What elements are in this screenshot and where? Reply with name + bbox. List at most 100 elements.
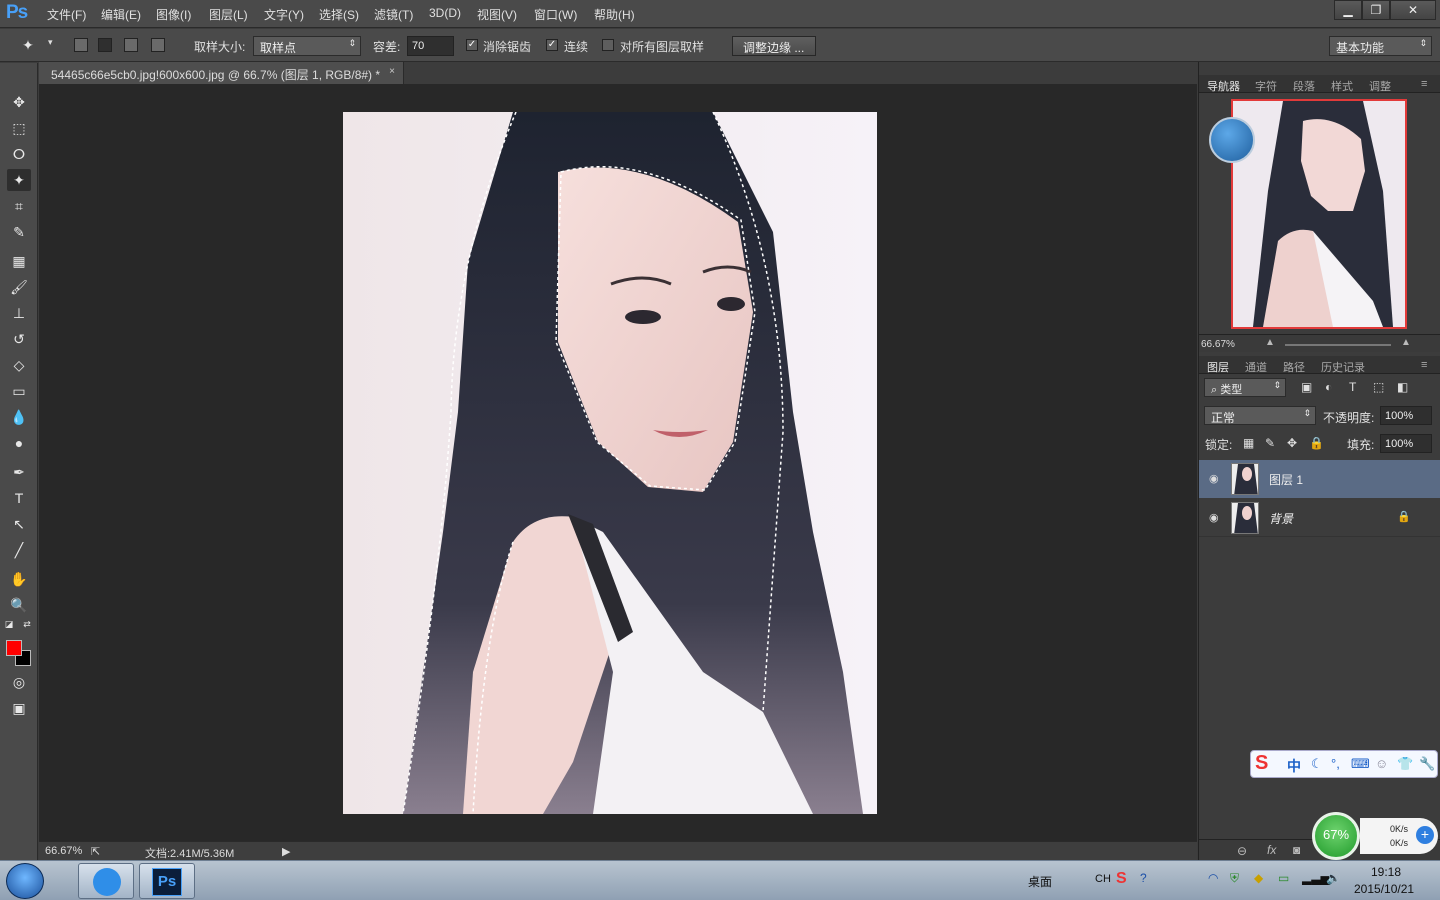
blur-tool-icon[interactable]: 💧 — [7, 406, 31, 428]
zoom-in-icon[interactable]: ▲ — [1401, 337, 1411, 348]
tab-paths[interactable]: 路径 — [1283, 359, 1305, 375]
all-layers-checkbox[interactable] — [602, 39, 614, 51]
close-button[interactable]: ✕ — [1390, 0, 1436, 20]
menu-edit[interactable]: 编辑(E) — [101, 6, 141, 23]
visibility-eye-icon[interactable]: ◉ — [1209, 511, 1219, 524]
navigator-preview[interactable] — [1231, 99, 1407, 329]
sample-size-select[interactable]: 取样点 ⇕ — [253, 36, 361, 56]
lock-position-icon[interactable]: ✥ — [1287, 436, 1297, 450]
menu-view[interactable]: 视图(V) — [477, 6, 517, 23]
opacity-input[interactable]: 100% — [1380, 406, 1432, 425]
canvas-image[interactable] — [343, 112, 877, 814]
tolerance-input[interactable]: 70 — [407, 36, 454, 56]
foreground-color-swatch[interactable] — [6, 640, 22, 656]
taskbar-photoshop-button[interactable]: Ps — [139, 863, 195, 899]
lasso-tool-icon[interactable]: ⵔ — [7, 143, 31, 165]
fx-icon[interactable]: fx — [1267, 843, 1276, 857]
default-colors-icon[interactable]: ◪ — [2, 617, 16, 631]
start-button[interactable] — [6, 863, 44, 899]
menu-select[interactable]: 选择(S) — [319, 6, 359, 23]
layer-row[interactable]: ◉ 背景 🔒 — [1199, 499, 1440, 537]
user-icon[interactable]: ☺ — [1375, 756, 1388, 771]
menu-file[interactable]: 文件(F) — [47, 6, 86, 23]
wifi-icon[interactable] — [1209, 117, 1255, 163]
marquee-tool-icon[interactable]: ⬚ — [7, 117, 31, 139]
wrench-icon[interactable]: 🔧 — [1419, 756, 1435, 772]
filter-shape-icon[interactable]: ⬚ — [1373, 380, 1384, 394]
ime-toolbar[interactable]: S 中 ☾ °, ⌨ ☺ 👕 🔧 — [1250, 750, 1438, 778]
preset-dropdown-icon[interactable]: ▾ — [48, 37, 53, 48]
swap-colors-icon[interactable]: ⇄ — [20, 617, 34, 631]
magic-wand-tool-icon[interactable]: ✦ — [7, 169, 31, 191]
filter-pixel-icon[interactable]: ▣ — [1301, 380, 1312, 394]
minimize-button[interactable]: ▁ — [1334, 0, 1362, 20]
tab-character[interactable]: 字符 — [1255, 78, 1277, 94]
mask-icon[interactable]: ◙ — [1293, 843, 1300, 857]
fill-input[interactable]: 100% — [1380, 434, 1432, 453]
move-tool-icon[interactable]: ✥ — [7, 91, 31, 113]
lock-all-icon[interactable]: 🔒 — [1309, 436, 1324, 450]
hand-tool-icon[interactable]: ✋ — [7, 568, 31, 590]
taskbar-browser-button[interactable] — [78, 863, 134, 899]
keyboard-icon[interactable]: ⌨ — [1351, 756, 1370, 772]
panel-menu-icon[interactable]: ≡ — [1421, 78, 1427, 90]
add-selection-icon[interactable] — [98, 38, 112, 52]
layer-name[interactable]: 图层 1 — [1269, 471, 1303, 488]
export-icon[interactable]: ⇱ — [91, 845, 100, 858]
zoom-out-icon[interactable]: ▲ — [1265, 337, 1275, 348]
language-indicator[interactable]: CH — [1095, 873, 1111, 885]
history-brush-tool-icon[interactable]: ↺ — [7, 328, 31, 350]
memory-gauge[interactable]: 67% — [1312, 812, 1360, 860]
tab-layers[interactable]: 图层 — [1207, 359, 1229, 375]
help-icon[interactable]: ? — [1140, 871, 1147, 885]
pen-tool-icon[interactable]: ✒ — [7, 461, 31, 483]
blend-mode-select[interactable]: 正常 ⇕ — [1204, 406, 1316, 425]
menu-filter[interactable]: 滤镜(T) — [374, 6, 413, 23]
navigator-zoom-value[interactable]: 66.67% — [1201, 339, 1235, 350]
close-tab-icon[interactable]: × — [389, 66, 395, 77]
contiguous-checkbox[interactable]: ✓ — [546, 39, 558, 51]
restore-button[interactable]: ❐ — [1362, 0, 1390, 20]
layer-name[interactable]: 背景 — [1269, 510, 1293, 527]
battery-tray-icon[interactable]: ▭ — [1278, 871, 1289, 885]
eraser-tool-icon[interactable]: ◇ — [7, 354, 31, 376]
desktop-toolbar-label[interactable]: 桌面 — [1028, 873, 1052, 890]
clock-time[interactable]: 19:18 — [1371, 865, 1401, 879]
menu-3d[interactable]: 3D(D) — [429, 6, 461, 20]
brush-tool-icon[interactable]: 🖌 — [7, 276, 31, 298]
tab-paragraph[interactable]: 段落 — [1293, 78, 1315, 94]
antialias-checkbox[interactable]: ✓ — [466, 39, 478, 51]
volume-tray-icon[interactable]: 🔊 — [1326, 871, 1341, 885]
ime-chinese-mode[interactable]: 中 — [1287, 756, 1301, 776]
tab-navigator[interactable]: 导航器 — [1207, 78, 1240, 94]
menu-type[interactable]: 文字(Y) — [264, 6, 304, 23]
menu-help[interactable]: 帮助(H) — [594, 6, 635, 23]
status-menu-arrow-icon[interactable]: ▶ — [282, 845, 290, 858]
refine-edge-button[interactable]: 调整边缘 ... — [732, 36, 816, 56]
network-speed-widget[interactable]: 0K/s 0K/s + — [1360, 818, 1438, 854]
intersect-selection-icon[interactable] — [151, 38, 165, 52]
panel-menu-icon[interactable]: ≡ — [1421, 359, 1427, 371]
document-tab[interactable]: 54465c66e5cb0.jpg!600x600.jpg @ 66.7% (图… — [39, 62, 404, 84]
gradient-tool-icon[interactable]: ▭ — [7, 380, 31, 402]
path-select-tool-icon[interactable]: ↖ — [7, 513, 31, 535]
security-tray-icon[interactable]: ◆ — [1254, 871, 1263, 885]
link-icon[interactable]: ⊖ — [1237, 844, 1247, 858]
clock-date[interactable]: 2015/10/21 — [1354, 882, 1414, 896]
status-zoom[interactable]: 66.67% — [45, 845, 82, 857]
moon-icon[interactable]: ☾ — [1311, 756, 1323, 772]
crop-tool-icon[interactable]: ⌗ — [7, 195, 31, 217]
tab-styles[interactable]: 样式 — [1331, 78, 1353, 94]
workspace-select[interactable]: 基本功能 ⇕ — [1329, 36, 1432, 56]
lock-pixels-icon[interactable]: ✎ — [1265, 436, 1275, 450]
eyedropper-tool-icon[interactable]: ✎ — [7, 221, 31, 243]
tab-channels[interactable]: 通道 — [1245, 359, 1267, 375]
filter-smart-icon[interactable]: ◧ — [1397, 380, 1408, 394]
quick-mask-icon[interactable]: ◎ — [7, 671, 31, 693]
stamp-tool-icon[interactable]: ⊥ — [7, 302, 31, 324]
line-tool-icon[interactable]: ╱ — [7, 539, 31, 561]
filter-adjustment-icon[interactable]: ◐ — [1325, 380, 1332, 394]
plus-icon[interactable]: + — [1416, 826, 1434, 844]
shield-tray-icon[interactable]: ⛨ — [1230, 871, 1239, 886]
subtract-selection-icon[interactable] — [124, 38, 138, 52]
